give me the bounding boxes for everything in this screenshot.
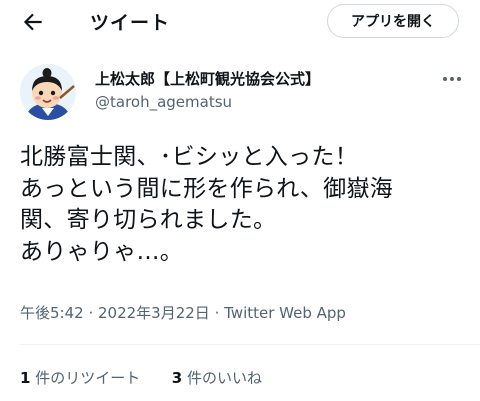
retweets-count: 1 [20,369,31,387]
divider [20,344,480,345]
avatar[interactable] [20,64,76,120]
meta-separator: · [209,304,225,322]
author-display-name[interactable]: 上松太郎【上松町観光協会公式】 [95,68,320,89]
tweet-text: 北勝富士関、･ビシッと入った！ あっという間に形を作られ、御嶽海 関、寄り切られ… [20,144,394,265]
open-app-button[interactable]: アプリを開く [327,4,459,38]
tweet-stats: 1 件のリツイート 3 件のいいね [20,367,262,388]
more-horizontal-icon[interactable] [440,70,464,88]
author-handle[interactable]: @taroh_agematsu [95,93,232,111]
tweet-meta: 午後5:42 · 2022年3月22日 · Twitter Web App [20,302,346,323]
top-bar: ツイート アプリを開く [0,0,480,44]
likes-count: 3 [171,369,183,387]
meta-separator: · [83,304,98,322]
page-title: ツイート [90,12,171,34]
retweets-stat[interactable]: 1 件のリツイート [20,369,140,387]
likes-stat[interactable]: 3 件のいいね [172,369,262,387]
retweets-label: 件のリツイート [35,369,141,387]
mascot-avatar-image [20,64,76,120]
tweet-client[interactable]: Twitter Web App [224,304,346,322]
tweet-date[interactable]: 2022年3月22日 [98,304,210,322]
likes-label: 件のいいね [187,369,263,387]
arrow-left-icon[interactable] [20,9,46,35]
tweet-time[interactable]: 午後5:42 [20,304,84,322]
